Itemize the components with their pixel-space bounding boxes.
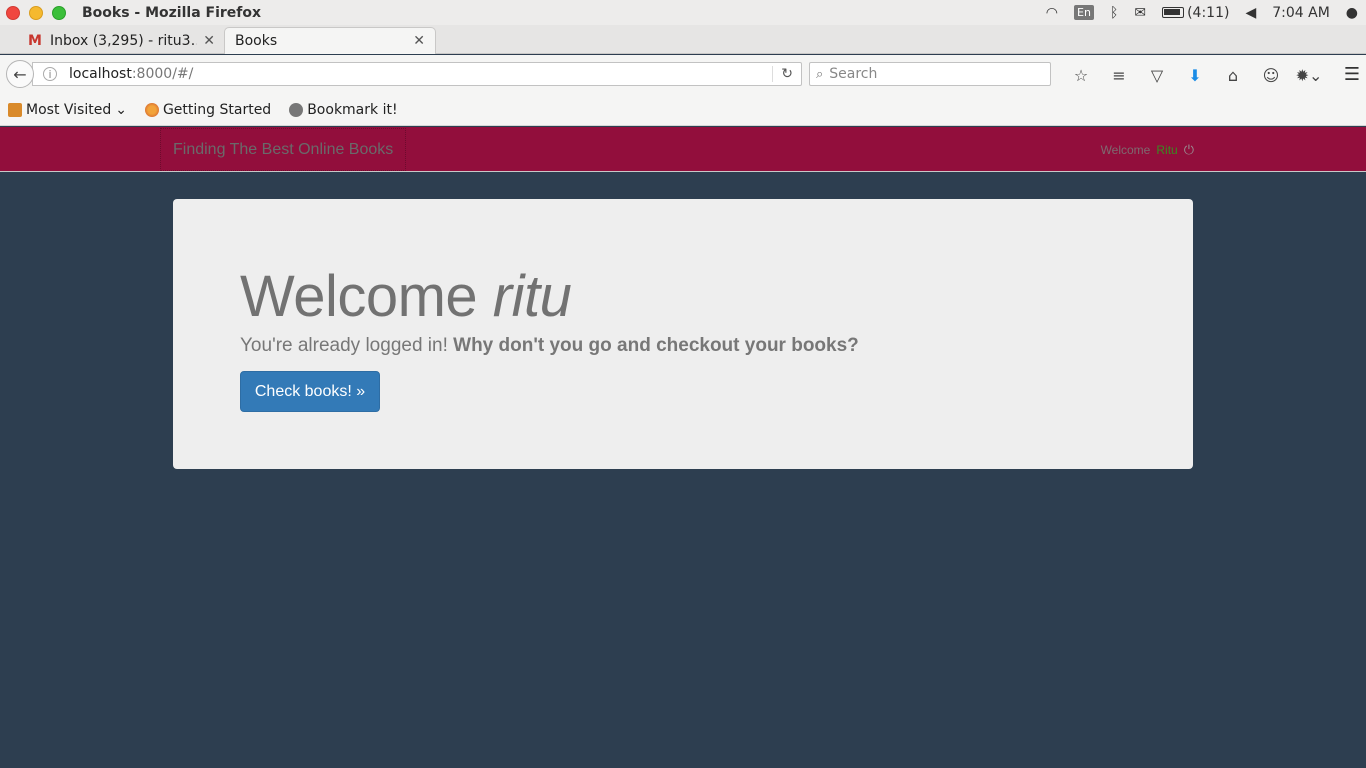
mail-icon[interactable]: ✉: [1134, 5, 1146, 21]
tab-books[interactable]: Books ✕: [224, 27, 436, 54]
bookmarks-toolbar: Most Visited ⌄ Getting Started Bookmark …: [0, 94, 1366, 126]
tab-inbox[interactable]: M Inbox (3,295) - ritu3… ✕: [18, 27, 225, 54]
clock[interactable]: 7:04 AM: [1272, 5, 1330, 21]
search-placeholder: Search: [829, 66, 878, 82]
menu-icon[interactable]: ☰: [1344, 64, 1360, 85]
site-info-icon[interactable]: i: [43, 67, 57, 81]
extension-icon[interactable]: ✹⌄: [1290, 64, 1328, 86]
bookmark-label: Most Visited: [26, 101, 112, 118]
page-title: Welcome ritu: [240, 263, 572, 330]
reading-list-icon[interactable]: ≡: [1100, 64, 1138, 86]
battery-indicator[interactable]: (4:11): [1162, 5, 1229, 21]
check-books-button[interactable]: Check books! »: [240, 371, 380, 412]
globe-icon: [289, 102, 304, 117]
bookmark-bookmark-it[interactable]: Bookmark it!: [289, 101, 398, 118]
logged-in-message: You're already logged in! Why don't you …: [240, 335, 859, 357]
chat-icon[interactable]: ☺: [1252, 64, 1290, 86]
user-welcome: Welcome Ritu ⏻: [1101, 127, 1194, 172]
url-path: :8000/#/: [131, 66, 194, 82]
tab-label: Inbox (3,295) - ritu3…: [49, 32, 198, 49]
window-title-bar: Books - Mozilla Firefox ◠ En ᛒ ✉ (4:11) …: [0, 0, 1366, 25]
navigation-toolbar: i localhost:8000/#/ ↻ ← ⌕ Search ☆ ≡ ▽ ⬇…: [0, 55, 1366, 94]
reload-icon[interactable]: ↻: [772, 66, 793, 82]
folder-icon: [8, 102, 22, 117]
pocket-icon[interactable]: ▽: [1138, 64, 1176, 86]
logout-power-icon[interactable]: ⏻: [1184, 142, 1194, 158]
welcome-label: Welcome: [1100, 142, 1151, 157]
search-input[interactable]: ⌕ Search: [809, 62, 1051, 86]
bookmark-star-icon[interactable]: ☆: [1062, 64, 1100, 86]
bookmark-label: Bookmark it!: [307, 101, 398, 118]
site-navbar: Finding The Best Online Books Welcome Ri…: [0, 127, 1366, 172]
site-brand-link[interactable]: Finding The Best Online Books: [160, 128, 407, 171]
welcome-jumbotron: Welcome ritu You're already logged in! W…: [173, 199, 1193, 469]
title-prefix: Welcome: [240, 264, 478, 329]
keyboard-layout-indicator[interactable]: En: [1074, 5, 1094, 20]
close-window-button[interactable]: [6, 5, 20, 20]
close-tab-icon[interactable]: ✕: [413, 33, 425, 49]
message-plain: You're already logged in!: [240, 335, 448, 356]
search-icon: ⌕: [816, 66, 824, 82]
url-bar[interactable]: i localhost:8000/#/ ↻: [32, 62, 802, 86]
volume-icon[interactable]: ◀: [1245, 5, 1256, 21]
message-bold: Why don't you go and checkout your books…: [453, 335, 859, 356]
back-arrow-icon: ←: [13, 64, 27, 84]
firefox-icon: [144, 102, 159, 117]
title-username: ritu: [492, 264, 572, 329]
window-controls: [6, 5, 66, 20]
minimize-window-button[interactable]: [29, 5, 43, 20]
bluetooth-icon[interactable]: ᛒ: [1110, 5, 1118, 21]
bookmark-getting-started[interactable]: Getting Started: [144, 101, 272, 118]
back-button[interactable]: ←: [6, 60, 34, 88]
chevron-down-icon: ⌄: [115, 101, 127, 118]
username-link[interactable]: Ritu: [1156, 143, 1177, 157]
tab-label: Books: [235, 33, 278, 49]
battery-time: (4:11): [1187, 4, 1230, 21]
download-icon[interactable]: ⬇: [1176, 64, 1214, 86]
home-icon[interactable]: ⌂: [1214, 64, 1252, 86]
bookmark-label: Getting Started: [162, 101, 272, 118]
wifi-icon[interactable]: ◠: [1046, 5, 1058, 21]
apple-icon[interactable]: ●: [1346, 5, 1358, 21]
close-tab-icon[interactable]: ✕: [203, 33, 215, 49]
tab-strip: M Inbox (3,295) - ritu3… ✕ Books ✕ +: [0, 25, 1366, 76]
battery-icon: [1162, 7, 1185, 18]
bookmark-most-visited[interactable]: Most Visited ⌄: [8, 102, 127, 118]
gmail-icon: M: [28, 32, 42, 49]
window-title: Books - Mozilla Firefox: [82, 4, 262, 21]
toolbar-icons: ☆ ≡ ▽ ⬇ ⌂ ☺ ✹⌄: [1062, 64, 1328, 86]
url-host: localhost: [69, 66, 132, 82]
maximize-window-button[interactable]: [52, 5, 66, 20]
system-tray: ◠ En ᛒ ✉ (4:11) ◀ 7:04 AM ●: [1046, 0, 1358, 25]
url-text[interactable]: localhost:8000/#/: [69, 66, 193, 82]
